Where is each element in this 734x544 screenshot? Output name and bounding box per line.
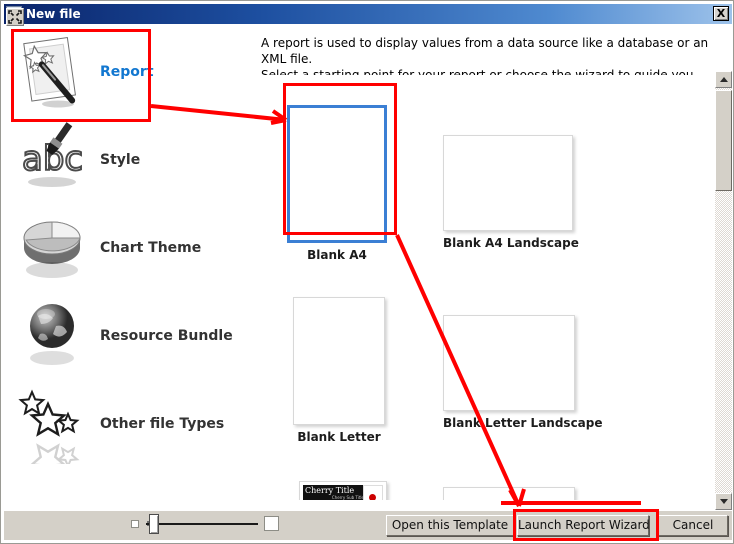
category-sidebar: Report abc Style Chart Theme Resource Bu… — [4, 25, 252, 510]
cherry-title-text: Cherry Title — [305, 486, 355, 495]
sidebar-item-report[interactable]: Report — [14, 29, 250, 115]
template-thumbnail-blank-letter[interactable] — [293, 297, 385, 425]
zoom-slider-handle[interactable] — [149, 514, 159, 534]
template-blank-letter[interactable]: Blank Letter — [293, 297, 385, 444]
template-thumbnail-next-landscape[interactable] — [443, 487, 575, 500]
template-thumbnail-blank-a4[interactable] — [287, 105, 387, 243]
template-label-blank-a4: Blank A4 — [307, 248, 367, 262]
open-this-template-button[interactable]: Open this Template — [386, 515, 514, 536]
scrollbar-thumb[interactable] — [715, 90, 732, 191]
sidebar-item-label-resource-bundle: Resource Bundle — [100, 328, 233, 344]
cherry-subtitle-text: Cherry Sub Title — [331, 495, 364, 500]
template-thumbnail-cherry-title[interactable]: Cherry Title Cherry Sub Title — [299, 481, 387, 500]
description-line-1: A report is used to display values from … — [261, 36, 709, 66]
report-wand-icon — [14, 32, 90, 112]
stars-icon — [14, 384, 90, 479]
cancel-button[interactable]: Cancel — [658, 515, 728, 536]
cherry-image-placeholder — [363, 485, 383, 500]
title-bar: New file X — [4, 4, 732, 24]
template-label-blank-letter-landscape: Blank Letter Landscape — [443, 416, 603, 430]
sidebar-item-label-chart-theme: Chart Theme — [100, 240, 202, 256]
template-blank-a4-landscape[interactable]: Blank A4 Landscape — [443, 135, 579, 250]
small-thumbnail-icon — [131, 520, 139, 528]
sidebar-item-chart-theme[interactable]: Chart Theme — [14, 205, 250, 291]
template-label-blank-a4-landscape: Blank A4 Landscape — [443, 236, 579, 250]
template-cherry-title[interactable]: Cherry Title Cherry Sub Title — [299, 481, 387, 500]
sidebar-item-style[interactable]: abc Style — [14, 117, 250, 203]
launch-report-wizard-button[interactable]: Launch Report Wizard — [517, 515, 650, 536]
pie-chart-icon — [14, 208, 90, 288]
zoom-slider-track[interactable] — [146, 523, 258, 525]
sidebar-item-label-report: Report — [100, 64, 154, 80]
scroll-up-icon[interactable] — [715, 71, 732, 88]
template-pane: A report is used to display values from … — [252, 25, 732, 510]
scroll-down-icon[interactable] — [715, 493, 732, 510]
dialog-content: Report abc Style Chart Theme Resource Bu… — [4, 25, 732, 510]
new-file-dialog: New file X Report abc Style Chart Theme … — [0, 0, 734, 544]
template-gallery-scrollbar[interactable] — [714, 71, 732, 510]
sidebar-item-label-style: Style — [100, 152, 141, 168]
template-blank-a4[interactable]: Blank A4 — [287, 105, 387, 262]
sidebar-item-resource-bundle[interactable]: Resource Bundle — [14, 293, 250, 379]
globe-icon — [14, 296, 90, 376]
close-icon[interactable]: X — [713, 6, 729, 21]
template-next-landscape[interactable] — [443, 487, 575, 500]
style-brush-abc-icon: abc — [14, 120, 90, 200]
sidebar-item-label-other-file-types: Other file Types — [100, 416, 225, 432]
window-title: New file — [26, 7, 81, 21]
template-thumbnail-blank-a4-landscape[interactable] — [443, 135, 573, 231]
large-thumbnail-icon — [264, 516, 279, 531]
template-label-blank-letter: Blank Letter — [297, 430, 381, 444]
template-thumbnail-blank-letter-landscape[interactable] — [443, 315, 575, 411]
sidebar-item-other-file-types[interactable]: Other file Types — [14, 381, 250, 479]
template-gallery[interactable]: Blank A4 Blank A4 Landscape Blank Letter… — [257, 75, 712, 500]
template-blank-letter-landscape[interactable]: Blank Letter Landscape — [443, 315, 603, 430]
fit-to-size-icon[interactable] — [6, 8, 24, 26]
